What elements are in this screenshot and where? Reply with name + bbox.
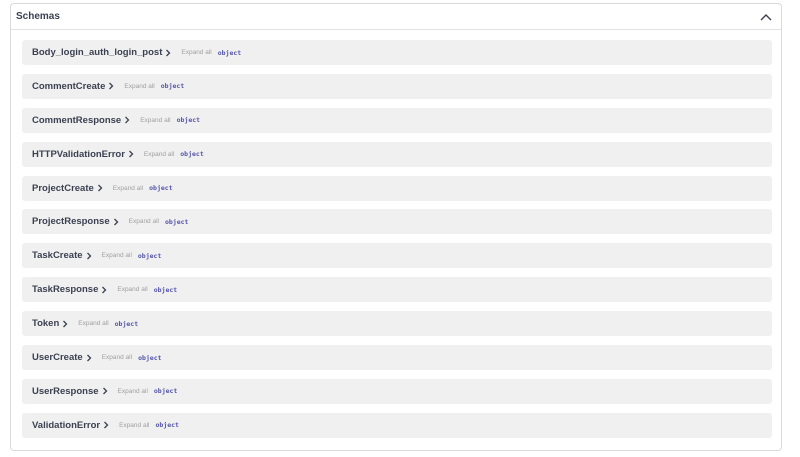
- expand-all-link[interactable]: Expand all: [117, 286, 147, 293]
- chevron-right-icon[interactable]: [86, 353, 93, 362]
- schemas-section-header[interactable]: Schemas: [11, 4, 781, 30]
- schema-type-label: object: [153, 387, 178, 396]
- chevron-right-icon[interactable]: [86, 251, 93, 260]
- expand-all-link[interactable]: Expand all: [181, 49, 211, 56]
- schema-type-label: object: [160, 82, 185, 91]
- schema-model-name[interactable]: Token: [32, 318, 59, 329]
- schema-model[interactable]: UserResponse Expand all object: [22, 378, 772, 404]
- expand-all-link[interactable]: Expand all: [124, 83, 154, 90]
- chevron-right-icon[interactable]: [102, 387, 109, 396]
- expand-all-link[interactable]: Expand all: [102, 354, 132, 361]
- schema-model[interactable]: Token Expand all object: [22, 311, 772, 337]
- schema-model-name[interactable]: ProjectResponse: [32, 216, 110, 227]
- chevron-right-icon[interactable]: [128, 150, 135, 159]
- schema-model-name[interactable]: UserResponse: [32, 386, 99, 397]
- schema-model-name[interactable]: UserCreate: [32, 352, 83, 363]
- schema-model[interactable]: ProjectResponse Expand all object: [22, 209, 772, 235]
- expand-all-link[interactable]: Expand all: [119, 422, 149, 429]
- expand-all-link[interactable]: Expand all: [113, 185, 143, 192]
- schema-type-label: object: [176, 116, 201, 125]
- schemas-section-title: Schemas: [16, 11, 60, 22]
- schema-model[interactable]: HTTPValidationError Expand all object: [22, 141, 772, 167]
- schema-model[interactable]: TaskCreate Expand all object: [22, 243, 772, 269]
- schema-type-label: object: [138, 353, 162, 362]
- schema-type-label: object: [149, 184, 173, 193]
- expand-all-link[interactable]: Expand all: [118, 388, 148, 395]
- schema-model[interactable]: CommentCreate Expand all object: [22, 73, 772, 99]
- schema-type-label: object: [114, 319, 139, 328]
- schema-model[interactable]: Body_login_auth_login_post Expand all ob…: [22, 40, 772, 65]
- schema-model[interactable]: CommentResponse Expand all object: [22, 107, 772, 133]
- chevron-right-icon[interactable]: [113, 217, 120, 226]
- schema-type-label: object: [164, 217, 189, 226]
- schema-type-label: object: [153, 285, 178, 294]
- schema-type-label: object: [137, 251, 162, 260]
- chevron-right-icon[interactable]: [124, 116, 131, 125]
- chevron-right-icon[interactable]: [108, 82, 115, 91]
- schema-model-name[interactable]: CommentResponse: [32, 115, 121, 126]
- chevron-right-icon[interactable]: [101, 285, 108, 294]
- schema-model[interactable]: TaskResponse Expand all object: [22, 277, 772, 303]
- schema-model[interactable]: ValidationError Expand all object: [22, 412, 772, 438]
- expand-all-link[interactable]: Expand all: [78, 320, 108, 327]
- chevron-up-icon[interactable]: [759, 10, 773, 24]
- schemas-section: Schemas Body_login_auth_login_post Expan…: [10, 3, 782, 451]
- expand-all-link[interactable]: Expand all: [140, 117, 170, 124]
- chevron-right-icon[interactable]: [62, 319, 69, 328]
- schema-model-name[interactable]: TaskCreate: [32, 250, 83, 261]
- schema-model-name[interactable]: HTTPValidationError: [32, 149, 125, 160]
- schema-model-name[interactable]: TaskResponse: [32, 284, 98, 295]
- expand-all-link[interactable]: Expand all: [144, 151, 174, 158]
- schema-model-list: Body_login_auth_login_post Expand all ob…: [22, 40, 772, 447]
- schema-type-label: object: [180, 150, 204, 159]
- expand-all-link[interactable]: Expand all: [102, 252, 132, 259]
- schema-model[interactable]: ProjectCreate Expand all object: [22, 175, 772, 201]
- schema-model-name[interactable]: Body_login_auth_login_post: [32, 47, 162, 58]
- schema-type-label: object: [155, 421, 179, 430]
- schema-model-name[interactable]: CommentCreate: [32, 81, 105, 92]
- expand-all-link[interactable]: Expand all: [129, 218, 159, 225]
- chevron-right-icon[interactable]: [103, 421, 110, 430]
- schema-model-name[interactable]: ProjectCreate: [32, 183, 94, 194]
- schema-model-name[interactable]: ValidationError: [32, 420, 100, 431]
- chevron-right-icon[interactable]: [165, 48, 172, 57]
- schema-type-label: object: [217, 48, 242, 57]
- schema-model[interactable]: UserCreate Expand all object: [22, 345, 772, 371]
- chevron-right-icon[interactable]: [97, 184, 104, 193]
